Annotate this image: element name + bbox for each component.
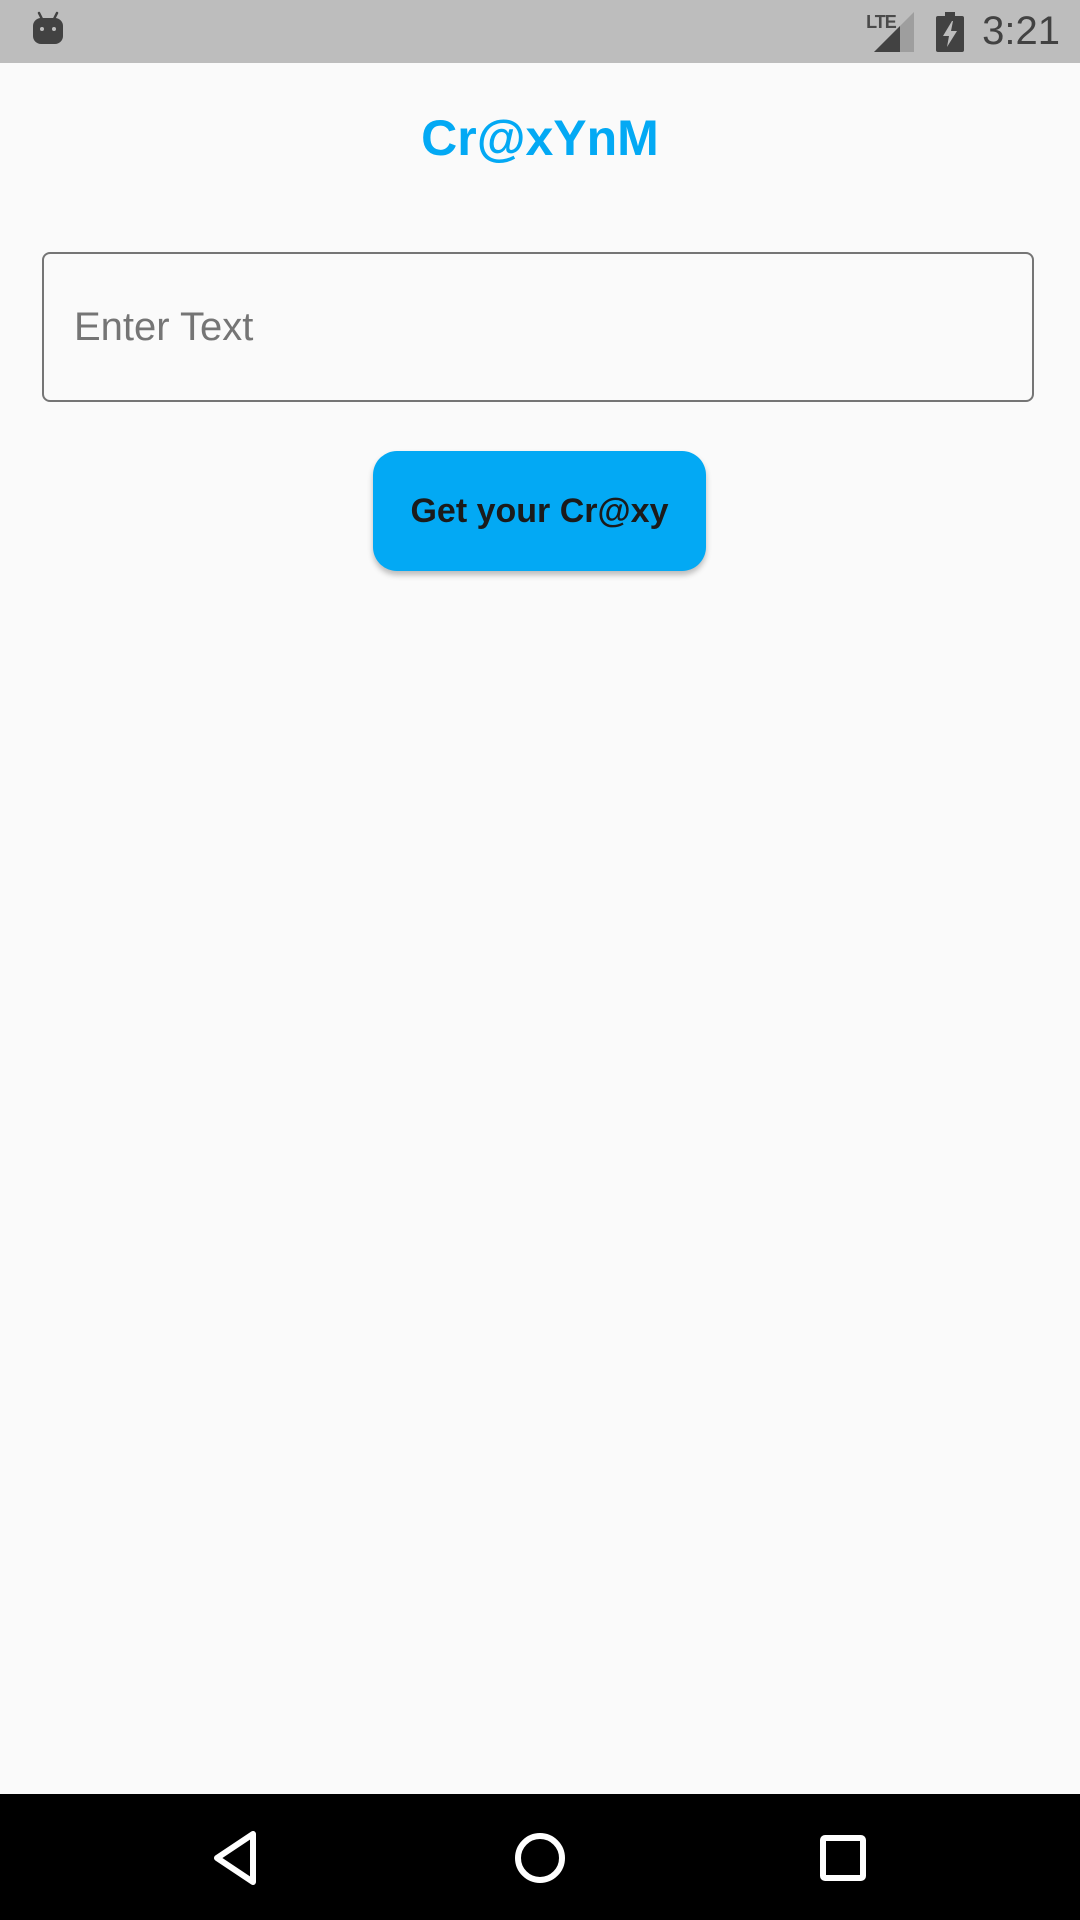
status-bar: LTE 3:21 — [0, 0, 1080, 63]
get-craxy-button[interactable]: Get your Cr@xy — [373, 451, 706, 571]
home-icon[interactable] — [504, 1822, 576, 1894]
app-title: Cr@xYnM — [421, 110, 659, 166]
navigation-bar — [0, 1794, 1080, 1920]
text-input[interactable] — [42, 252, 1034, 402]
android-icon — [33, 11, 63, 44]
network-indicator: LTE — [866, 11, 915, 52]
recents-icon[interactable] — [807, 1822, 879, 1894]
battery-charging-icon — [936, 11, 965, 52]
signal-icon — [874, 11, 915, 52]
status-time: 3:21 — [982, 9, 1060, 53]
back-icon[interactable] — [201, 1822, 273, 1894]
status-icons: LTE 3:21 — [866, 0, 1060, 63]
